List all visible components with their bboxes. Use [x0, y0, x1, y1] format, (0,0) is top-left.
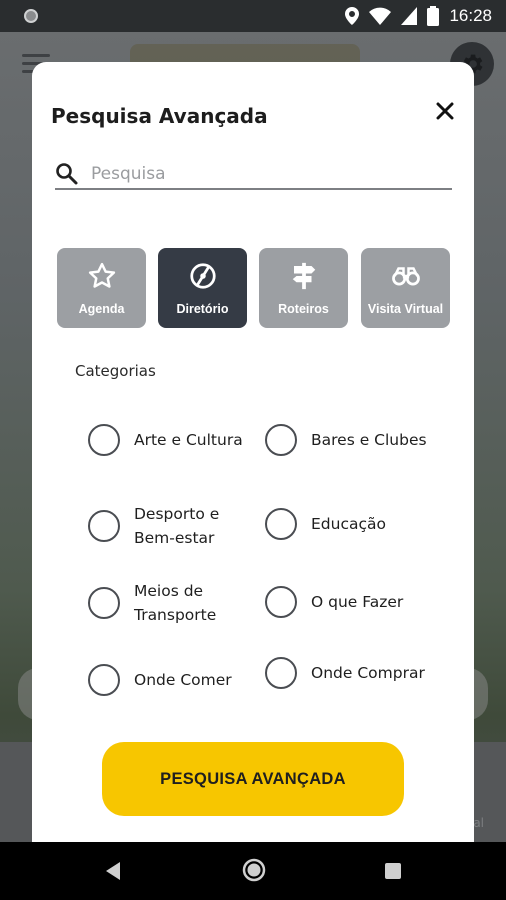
category-label: Educação [311, 515, 386, 533]
category-label: Meios de Transporte [134, 582, 217, 624]
modal-title: Pesquisa Avançada [51, 104, 268, 128]
search-icon [55, 162, 81, 186]
close-icon [436, 102, 454, 120]
star-icon [87, 260, 117, 292]
category-educacao[interactable]: Educação [265, 508, 431, 540]
radio-button[interactable] [265, 586, 297, 618]
categories-heading: Categorias [75, 362, 156, 380]
wifi-icon [369, 7, 392, 25]
location-icon [345, 7, 360, 25]
category-label: O que Fazer [311, 593, 404, 611]
radio-button[interactable] [265, 508, 297, 540]
signpost-icon [289, 260, 319, 292]
background-bottom-text: al [473, 816, 484, 830]
back-icon[interactable] [104, 861, 122, 881]
category-desporto-e-bem-estar[interactable]: Desporto e Bem-estar [88, 502, 254, 550]
category-label: Bares e Clubes [311, 431, 427, 449]
tab-label: Diretório [176, 302, 229, 316]
status-icons: 16:28 [345, 6, 492, 26]
tab-diretorio[interactable]: Diretório [158, 248, 247, 328]
category-meios-de-transporte[interactable]: Meios de Transporte [88, 579, 254, 627]
category-onde-comprar[interactable]: Onde Comprar [265, 657, 431, 689]
radio-button[interactable] [88, 510, 120, 542]
tab-label: Agenda [78, 302, 125, 316]
category-label: Desporto e Bem-estar [134, 505, 220, 547]
close-button[interactable] [430, 96, 460, 126]
category-arte-e-cultura[interactable]: Arte e Cultura [88, 424, 254, 456]
radio-button[interactable] [88, 664, 120, 696]
category-label: Onde Comer [134, 671, 232, 689]
notification-icon [24, 9, 38, 23]
tab-agenda[interactable]: Agenda [57, 248, 146, 328]
status-bar: 16:28 [0, 0, 506, 32]
category-o-que-fazer[interactable]: O que Fazer [265, 586, 431, 618]
radio-button[interactable] [265, 424, 297, 456]
radio-button[interactable] [88, 424, 120, 456]
status-time: 16:28 [449, 6, 492, 25]
compass-icon [188, 260, 218, 292]
signal-icon [401, 7, 418, 25]
tab-label: Visita Virtual [367, 302, 444, 316]
home-icon[interactable] [242, 858, 266, 882]
tab-roteiros[interactable]: Roteiros [259, 248, 348, 328]
radio-button[interactable] [265, 657, 297, 689]
category-label: Onde Comprar [311, 664, 425, 682]
advanced-search-button[interactable]: PESQUISA AVANÇADA [102, 742, 404, 816]
category-label: Arte e Cultura [134, 431, 243, 449]
binoculars-icon [391, 260, 421, 292]
navigation-bar [0, 842, 506, 900]
category-bares-e-clubes[interactable]: Bares e Clubes [265, 424, 431, 456]
battery-icon [427, 6, 440, 26]
radio-button[interactable] [88, 587, 120, 619]
advanced-search-modal: Pesquisa Avançada Agenda Diretório Rotei… [32, 62, 474, 852]
tab-visita-virtual[interactable]: Visita Virtual [361, 248, 450, 328]
search-input[interactable] [91, 164, 431, 184]
search-bar [55, 160, 452, 190]
category-onde-comer[interactable]: Onde Comer [88, 664, 254, 696]
recent-apps-icon[interactable] [385, 863, 401, 879]
type-tabs: Agenda Diretório Roteiros Visita Virtual [57, 248, 451, 328]
tab-label: Roteiros [278, 302, 329, 316]
